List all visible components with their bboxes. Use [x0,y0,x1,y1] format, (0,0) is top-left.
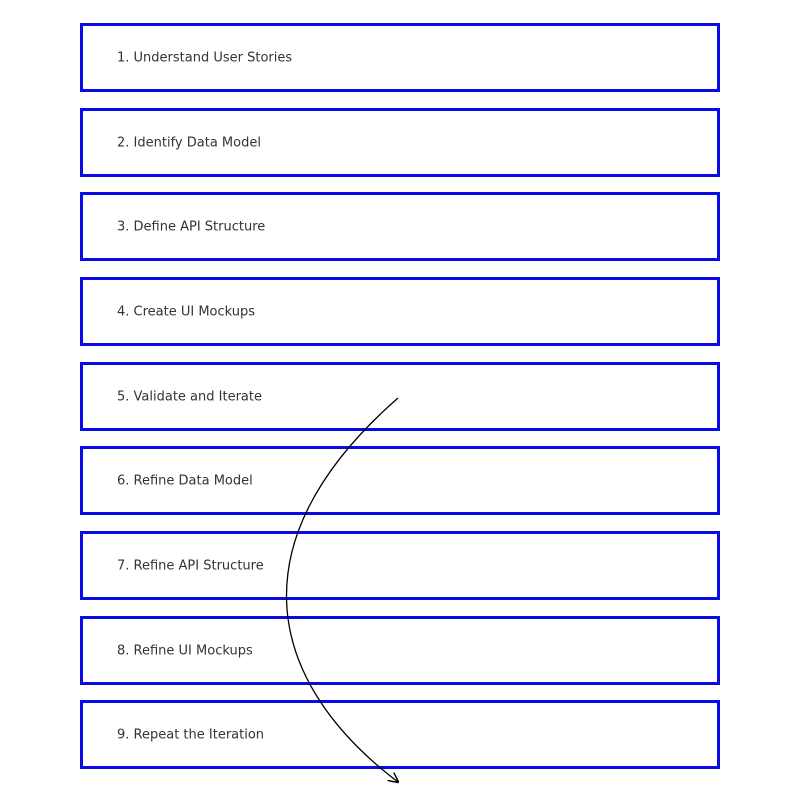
step-box-1: 1. Understand User Stories [80,23,720,92]
step-label-8: 8. Refine UI Mockups [117,643,253,658]
step-label-4: 4. Create UI Mockups [117,304,256,319]
step-label-9: 9. Repeat the Iteration [117,727,265,742]
step-label-5: 5. Validate and Iterate [117,389,262,404]
step-box-9: 9. Repeat the Iteration [80,700,720,769]
step-label-7: 7. Refine API Structure [117,558,264,573]
step-label-1: 1. Understand User Stories [117,50,293,65]
process-diagram: 1. Understand User Stories 2. Identify D… [0,0,800,800]
step-box-8: 8. Refine UI Mockups [80,616,720,685]
step-label-2: 2. Identify Data Model [117,135,261,150]
step-box-2: 2. Identify Data Model [80,108,720,177]
step-box-3: 3. Define API Structure [80,192,720,261]
step-label-6: 6. Refine Data Model [117,473,253,488]
step-box-6: 6. Refine Data Model [80,446,720,515]
step-box-7: 7. Refine API Structure [80,531,720,600]
step-box-5: 5. Validate and Iterate [80,362,720,431]
step-box-4: 4. Create UI Mockups [80,277,720,346]
step-label-3: 3. Define API Structure [117,219,266,234]
